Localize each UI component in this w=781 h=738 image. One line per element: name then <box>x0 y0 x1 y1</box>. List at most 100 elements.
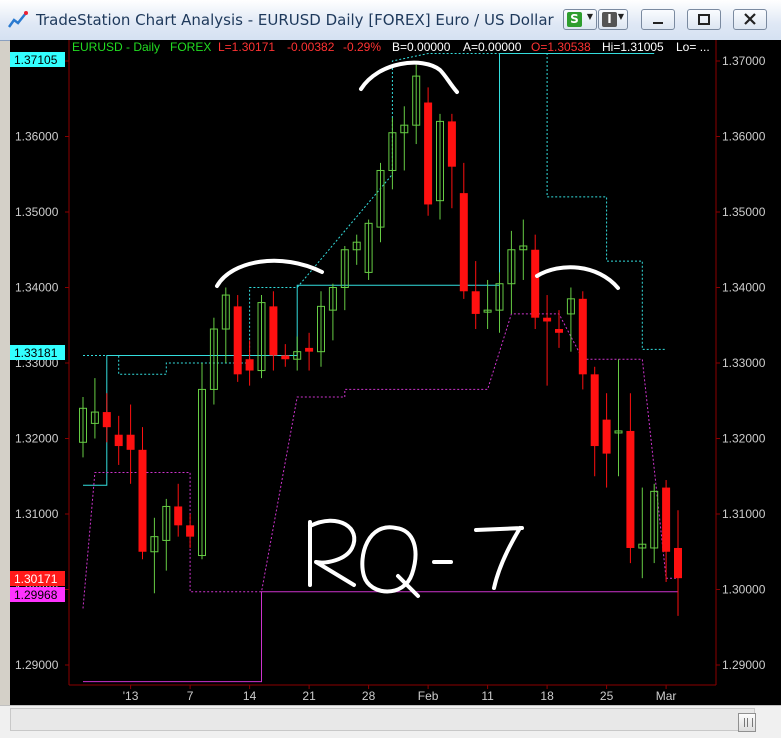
svg-text:1.30171: 1.30171 <box>14 572 58 586</box>
price-marker-lower: 1.29968 <box>10 587 65 602</box>
candle-body <box>233 306 242 375</box>
drawn-letter-q <box>360 525 420 598</box>
y-tick-label-left: 1.34000 <box>15 281 59 295</box>
legend-open: O=1.30538 <box>531 40 591 54</box>
y-tick-label-right: 1.34000 <box>722 281 766 295</box>
maximize-button[interactable] <box>687 9 721 30</box>
scrollbar-track[interactable] <box>10 708 756 732</box>
y-tick-label-left: 1.32000 <box>15 432 59 446</box>
candle <box>198 363 206 560</box>
legend-ask: A=0.00000 <box>463 40 522 54</box>
candle <box>555 310 563 348</box>
candle-body <box>245 359 254 371</box>
candle <box>447 113 456 209</box>
candle <box>495 272 504 333</box>
candle <box>245 340 254 386</box>
candle <box>257 295 266 379</box>
title-bar: TradeStation Chart Analysis - EURUSD Dai… <box>0 0 781 41</box>
price-chart[interactable]: 1.290001.290001.300001.300001.310001.310… <box>10 40 781 705</box>
x-tick-label: 21 <box>302 689 316 703</box>
candle <box>114 415 123 465</box>
price-marker-mid: 1.33181 <box>10 345 65 360</box>
y-tick-label-left: 1.29000 <box>15 658 59 672</box>
y-tick-label-right: 1.36000 <box>722 130 766 144</box>
candle <box>602 393 611 488</box>
chevron-down-icon: ▼ <box>617 12 624 21</box>
candle <box>209 317 218 405</box>
candle <box>340 245 349 311</box>
x-tick-label: Mar <box>656 689 677 703</box>
candle-body <box>186 525 195 537</box>
candle-body <box>626 430 635 548</box>
drawn-letter-r <box>308 518 357 587</box>
candle-body <box>543 317 552 322</box>
interval-link-i-button[interactable]: I ▼ <box>598 9 628 30</box>
candle-body <box>602 419 611 454</box>
horizontal-scrollbar[interactable] <box>0 705 781 738</box>
x-tick-label: '13 <box>123 689 139 703</box>
scrollbar-thumb[interactable] <box>738 713 756 732</box>
candle-body <box>459 193 468 292</box>
legend-bar: EURUSD - Daily FOREX L=1.30171 -0.00382 … <box>72 40 710 54</box>
candle <box>317 291 325 367</box>
x-tick-label: 28 <box>362 689 376 703</box>
minimize-icon <box>653 22 663 24</box>
legend-symbol: EURUSD - Daily <box>72 40 160 54</box>
candle <box>174 483 183 537</box>
candle <box>590 366 599 477</box>
candle <box>328 283 337 341</box>
legend-bid: B=0.00000 <box>392 40 451 54</box>
candle <box>662 480 671 582</box>
candle <box>400 106 409 171</box>
y-tick-label-right: 1.37000 <box>722 54 766 68</box>
candle <box>388 117 397 190</box>
price-marker-upper: 1.37105 <box>10 52 65 67</box>
candle-body <box>590 374 599 447</box>
lower-dashed-line <box>82 313 678 609</box>
symbol-link-s-button[interactable]: S ▼ <box>563 9 597 30</box>
legend-low: Lo= ... <box>676 40 710 54</box>
lower-channel-line <box>83 591 678 683</box>
close-button[interactable] <box>733 9 767 30</box>
candle-body <box>471 291 480 314</box>
candle-body <box>305 347 314 352</box>
y-tick-label-right: 1.30000 <box>722 583 766 597</box>
svg-text:1.33181: 1.33181 <box>14 346 58 360</box>
x-tick-label: Feb <box>418 689 439 703</box>
legend-last: L=1.30171 <box>218 40 275 54</box>
candle <box>376 162 385 243</box>
x-tick-label: 14 <box>243 689 257 703</box>
tradestation-logo-icon <box>8 11 28 28</box>
candle-body <box>424 102 433 205</box>
candle-body <box>578 298 587 375</box>
x-tick-label: 18 <box>540 689 554 703</box>
x-tick-label: 25 <box>600 689 614 703</box>
candle <box>531 234 540 330</box>
y-tick-label-right: 1.29000 <box>722 658 766 672</box>
chevron-down-icon: ▼ <box>586 12 593 21</box>
candle-body <box>531 249 540 318</box>
candle <box>221 287 230 363</box>
minimize-button[interactable] <box>641 9 675 30</box>
candle <box>138 427 147 560</box>
candle <box>162 498 171 571</box>
candle <box>269 291 278 371</box>
candle-body <box>102 412 111 428</box>
x-tick-label: 7 <box>187 689 194 703</box>
y-tick-label-right: 1.33000 <box>722 356 766 370</box>
candle <box>305 332 314 371</box>
svg-text:1.29968: 1.29968 <box>14 588 58 602</box>
chart-area[interactable]: 1.290001.290001.300001.300001.310001.310… <box>10 40 781 705</box>
candle-body <box>269 306 278 356</box>
y-tick-label-left: 1.31000 <box>15 507 59 521</box>
y-tick-label-right: 1.31000 <box>722 507 766 521</box>
candle <box>626 393 635 564</box>
y-tick-label-right: 1.32000 <box>722 432 766 446</box>
y-tick-label-right: 1.35000 <box>722 205 766 219</box>
candle <box>614 359 623 477</box>
candle <box>233 295 242 382</box>
price-marker-last: 1.30171 <box>10 571 65 586</box>
candle-body <box>114 434 123 447</box>
candle <box>281 344 290 367</box>
legend-high: Hi=1.31005 <box>602 40 664 54</box>
